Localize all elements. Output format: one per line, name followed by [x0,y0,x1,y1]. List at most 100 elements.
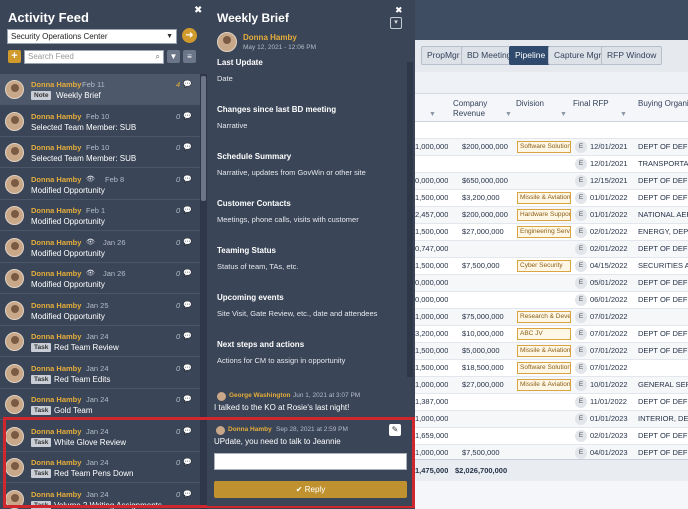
cell-revenue: $650,000,000 [462,176,508,185]
pencil-icon[interactable]: ✎ [389,424,401,436]
cell-buying-org: DEPT OF DEFE [638,295,688,304]
brief-author[interactable]: Donna Hamby [243,33,297,42]
cell-rfp-badge: E [575,294,587,306]
feed-item[interactable]: Donna Hamby 👁 Jan 26 0 💬 Modified Opportunity [0,232,200,263]
tab-pipeline[interactable]: Pipeline [509,46,552,65]
cell-value: 1,500,000 [415,193,449,202]
cell-value: 1,000,000 [415,448,449,457]
feed-item-comment-count: 4 [176,80,181,89]
chevron-down-icon[interactable]: ▾ [390,17,402,29]
reply-input[interactable] [214,453,407,470]
tab-rfp-window[interactable]: RFP Window [601,46,663,65]
feed-item[interactable]: Donna Hamby Feb 10 0 💬 Selected Team Member:… [0,137,200,168]
feed-item-text: Modified Opportunity [31,311,105,321]
header-company-revenue[interactable]: Company Revenue [453,99,487,119]
feed-scrollbar-thumb[interactable] [201,76,206,201]
feed-item[interactable]: Donna Hamby Feb 1 0 💬 Modified Opportunity [0,200,200,231]
cell-buying-org: SECURITIES AN [638,261,688,270]
total-value: 1,475,000 [415,466,449,475]
header-final-rfp[interactable]: Final RFP [573,99,609,109]
eye-icon: 👁 [86,238,95,246]
feed-item-author: Donna Hamby [31,206,82,215]
tab-propmgr[interactable]: PropMgr [421,46,466,65]
comment-icon: 💬 [183,238,192,246]
feed-item[interactable]: Donna Hamby Jan 25 0 💬 Modified Opportunity [0,295,200,326]
cell-value: 1,500,000 [415,363,449,372]
cell-rfp-badge: E [575,328,587,340]
filter-icon[interactable]: ▼ [167,50,180,63]
filter-icon[interactable]: ▼ [505,110,512,120]
cell-buying-org: DEPT OF DEFE [638,176,688,185]
filter-icon[interactable]: ▼ [560,110,567,120]
brief-title: Weekly Brief [217,11,289,25]
feed-item-date: Jan 24 [86,332,109,341]
feed-item[interactable]: Donna Hamby Jan 24 0 💬 Task Red Team Edits [0,358,200,389]
cell-rfp-badge: E [575,226,587,238]
brief-scrollbar[interactable] [407,62,413,377]
cell-division: Software Solution [517,362,571,374]
cell-division: Research & Develo [517,311,571,323]
feed-filter-select[interactable]: Security Operations Center ▼ [7,29,177,44]
reply-button[interactable]: ✔ Reply [214,481,407,498]
cell-buying-org: NATIONAL AER [638,210,688,219]
cell-revenue: $3,200,000 [462,193,500,202]
feed-item-author: Donna Hamby [31,363,82,373]
comment-text: I talked to the KO at Rosie's last night… [214,403,350,412]
sort-icon[interactable]: ≡ [183,50,196,63]
tab-capture-mgr[interactable]: Capture Mgr [548,46,608,65]
cell-rfp-badge: E [575,260,587,272]
avatar [5,174,24,194]
close-icon[interactable]: ✖ [395,5,403,16]
total-revenue: $2,026,700,000 [455,466,508,475]
avatar [217,32,237,52]
eye-icon: 👁 [86,270,95,277]
filter-icon[interactable]: ▼ [620,110,627,120]
comment-icon: 💬 [183,112,192,120]
feed-item[interactable]: Donna Hamby 👁 Jan 26 0 💬 Modified Opportunity [0,263,200,294]
cell-rfp-badge: E [575,396,587,408]
arrow-right-icon[interactable]: ➜ [182,28,197,43]
feed-item[interactable]: Donna Hamby 👁 Feb 8 0 💬 Modified Opportunity [0,169,200,200]
feed-item[interactable]: Donna Hamby Jan 24 0 💬 Task Red Team Review [0,326,200,357]
brief-section-body: Site Visit, Gate Review, etc., date and … [217,309,378,318]
brief-section-title: Next steps and actions [217,340,305,349]
feed-item[interactable]: Donna Hamby Feb 11 4 💬 Note Weekly Brief [0,74,200,105]
reply-button-label: Reply [304,485,326,494]
header-buying-org[interactable]: Buying Organiz [638,99,688,109]
cell-value: 2,457,000 [415,210,449,219]
feed-item-text: Red Team Review [54,343,119,352]
feed-item-comment-count: 0 [176,206,181,215]
sort-icon[interactable]: ▼ [429,110,436,120]
cell-final-rfp: 02/01/2022 [590,244,628,253]
feed-item-text: Selected Team Member: SUB [31,154,137,163]
cell-final-rfp: 07/01/2022 [590,329,628,338]
cell-rfp-badge: E [575,447,587,459]
cell-value: 1,659,000 [415,431,449,440]
feed-item-author: Donna Hamby [31,80,82,89]
feed-item-text: Modified Opportunity [31,280,105,289]
cell-final-rfp: 12/15/2021 [590,176,628,185]
feed-item-date: Feb 10 [86,143,110,152]
cell-buying-org: DEPT OF DEFE [638,397,688,406]
cell-revenue: $5,000,000 [462,346,500,355]
feed-item-date: Feb 1 [86,206,106,215]
cell-revenue: $10,000,000 [462,329,504,338]
brief-section-body: Date [217,74,233,83]
feed-item[interactable]: Donna Hamby Feb 10 0 💬 Selected Team Member:… [0,106,200,137]
cell-final-rfp: 11/01/2022 [590,397,627,406]
add-feed-button[interactable]: + [8,50,21,63]
avatar [5,363,24,383]
cell-rfp-badge: E [575,243,587,255]
cell-division: Missile & Aviation [517,192,571,204]
brief-section-body: Narrative [217,121,248,130]
feed-item-comment-count: 0 [176,111,181,121]
cell-revenue: $200,000,000 [462,142,508,151]
header-division[interactable]: Division [516,99,544,109]
cell-buying-org: INTERIOR, DEP [638,414,688,423]
feed-item-comment-count: 0 [176,174,181,184]
feed-item[interactable]: Donna Hamby Jan 24 0 💬 Task Gold Team [0,389,200,420]
close-icon[interactable]: ✖ [194,5,202,16]
feed-item-text: Modified Opportunity [31,217,105,226]
feed-search-input[interactable]: Search Feed ⌕ [24,50,164,64]
cell-buying-org: ENERGY, DEPA [638,227,688,236]
